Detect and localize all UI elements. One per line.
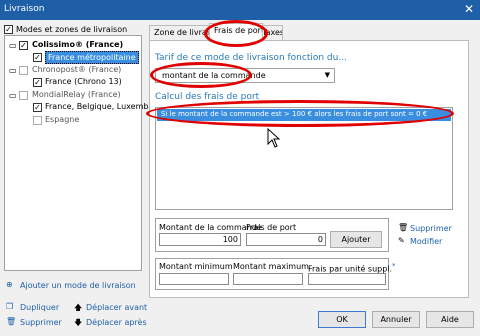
tree-header-checkbox[interactable]: ✓ bbox=[4, 25, 13, 34]
modifier-link[interactable]: Modifier bbox=[410, 237, 442, 246]
tree-item-colissimo[interactable]: Colissimo® (France) bbox=[32, 40, 123, 49]
supprimer-link[interactable]: Supprimer bbox=[410, 224, 452, 233]
tree-checkbox-france-metropolitaine[interactable]: ✓ bbox=[33, 53, 42, 62]
cancel-button[interactable]: Annuler bbox=[372, 311, 420, 328]
ok-button[interactable]: OK bbox=[318, 311, 366, 328]
frais-unite-label: Frais par unité suppl.* bbox=[308, 262, 395, 274]
tree-checkbox-france-belgique[interactable]: ✓ bbox=[33, 103, 42, 112]
tarif-label: Tarif de ce mode de livraison fonction d… bbox=[155, 53, 347, 63]
frais-unite-input[interactable] bbox=[308, 273, 386, 285]
montant-commande-input[interactable]: 100 bbox=[159, 233, 241, 246]
add-circle-icon: ⊕ bbox=[6, 280, 13, 289]
tree-expander-mondialrelay[interactable]: ▭ bbox=[9, 91, 17, 100]
help-button[interactable]: Aide bbox=[426, 311, 474, 328]
delivery-tree[interactable]: ▭ ✓ Colissimo® (France) ✓ France métropo… bbox=[4, 35, 167, 271]
delete-link[interactable]: Supprimer bbox=[20, 318, 62, 327]
montant-maximum-label: Montant maximum bbox=[233, 262, 309, 271]
frais-unite-mark: * bbox=[392, 262, 396, 270]
move-up-link[interactable]: Déplacer avant bbox=[86, 303, 147, 312]
montant-minimum-label: Montant minimum bbox=[159, 262, 233, 271]
trash-icon: 🗑 bbox=[6, 317, 17, 326]
tree-item-france-metropolitaine[interactable]: France métropolitaine bbox=[45, 51, 139, 64]
mouse-cursor-icon bbox=[267, 128, 281, 148]
tree-header-label: Modes et zones de livraison bbox=[16, 25, 128, 34]
tree-checkbox-colissimo[interactable]: ✓ bbox=[19, 41, 28, 50]
move-down-link[interactable]: Déplacer après bbox=[86, 318, 147, 327]
tree-checkbox-france-chrono13[interactable]: ✓ bbox=[33, 78, 42, 87]
chevron-down-icon: ▼ bbox=[324, 71, 330, 79]
title-bar: Livraison ✕ bbox=[0, 0, 480, 20]
annotation-ellipse-rule bbox=[146, 100, 454, 127]
tree-item-mondialrelay[interactable]: MondialRelay (France) bbox=[32, 90, 121, 99]
tree-checkbox-chronopost[interactable] bbox=[19, 66, 28, 75]
montant-maximum-input[interactable] bbox=[233, 273, 303, 285]
arrow-down-icon: 🡇 bbox=[74, 318, 83, 327]
tree-expander-colissimo[interactable]: ▭ bbox=[9, 41, 17, 50]
annotation-ellipse-select bbox=[150, 62, 252, 88]
add-delivery-mode-link[interactable]: Ajouter un mode de livraison bbox=[20, 281, 136, 290]
tree-checkbox-mondialrelay[interactable] bbox=[19, 91, 28, 100]
montant-minimum-input[interactable] bbox=[159, 273, 229, 285]
duplicate-link[interactable]: Dupliquer bbox=[20, 303, 59, 312]
annotation-ellipse-tab bbox=[204, 20, 268, 47]
tree-item-espagne[interactable]: Espagne bbox=[45, 115, 79, 124]
window-title: Livraison bbox=[4, 4, 45, 14]
trash-icon: 🗑 bbox=[398, 223, 409, 232]
ajouter-button[interactable]: Ajouter bbox=[330, 231, 382, 248]
tree-expander-chronopost[interactable]: ▭ bbox=[9, 66, 17, 75]
close-icon[interactable]: ✕ bbox=[464, 2, 474, 16]
tree-checkbox-espagne[interactable] bbox=[33, 116, 42, 125]
frais-port-label: Frais de port bbox=[246, 223, 297, 232]
frais-port-input[interactable]: 0 bbox=[246, 233, 326, 246]
pencil-icon: ✎ bbox=[398, 236, 405, 245]
tree-item-chronopost[interactable]: Chronopost® (France) bbox=[32, 65, 121, 74]
duplicate-icon: ❐ bbox=[6, 302, 14, 311]
arrow-up-icon: 🡅 bbox=[74, 303, 83, 312]
tree-item-france-chrono13[interactable]: France (Chrono 13) bbox=[45, 77, 122, 86]
